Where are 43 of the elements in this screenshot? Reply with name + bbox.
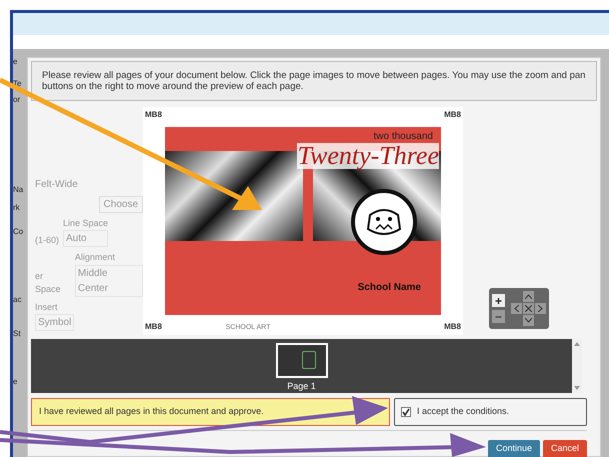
sidebar-label: or	[13, 95, 20, 105]
faded-label: Insert	[35, 300, 59, 314]
scroll-up-icon[interactable]	[574, 342, 580, 346]
sidebar-label: e	[13, 57, 18, 67]
faded-label: Line Space	[63, 216, 108, 230]
crop-mark-label: MB8	[145, 109, 162, 121]
sidebar-label: Na	[13, 185, 24, 195]
thumbnail-art-icon	[302, 351, 316, 370]
sidebar-label: rk	[13, 203, 20, 213]
faded-label: (1-60)	[35, 234, 60, 247]
scroll-down-icon[interactable]	[574, 386, 580, 390]
faded-label: Alignment	[74, 251, 116, 264]
sidebar-label: ac	[13, 295, 22, 305]
faded-label: er Space	[35, 270, 62, 296]
faded-field-value: Felt-Wide	[35, 178, 79, 192]
crop-mark-label: MB8	[145, 321, 162, 333]
crop-mark-label: MB8	[444, 109, 461, 121]
crop-mark-label: MB8	[444, 321, 461, 333]
page-thumbnail[interactable]	[276, 343, 328, 378]
cover-title: Twenty-Three	[297, 143, 439, 169]
accept-checkbox-field[interactable]: I accept the conditions.	[394, 398, 587, 426]
zoom-in-button[interactable]: +	[492, 294, 505, 307]
scrollbar[interactable]	[572, 339, 582, 393]
faded-field-value: Symbol	[35, 314, 74, 331]
continue-button[interactable]: Continue	[488, 440, 540, 457]
approval-text: I have reviewed all pages in this document and approve.	[39, 405, 264, 418]
pan-down-icon[interactable]	[523, 315, 534, 326]
zoom-out-button[interactable]: −	[492, 310, 505, 323]
sidebar-label: St	[13, 329, 21, 339]
school-name-text: School Name	[358, 281, 421, 295]
pan-left-icon[interactable]	[511, 303, 522, 314]
faded-field-value: Middle Center	[74, 264, 143, 296]
faded-field-value: Auto	[63, 230, 108, 247]
reset-icon[interactable]	[523, 303, 534, 314]
sidebar-label: e	[13, 377, 18, 387]
thumbnail-label: Page 1	[287, 380, 316, 393]
pan-up-icon[interactable]	[523, 291, 534, 302]
sidebar-label: Co	[13, 227, 24, 237]
checkbox[interactable]	[401, 407, 411, 417]
cover-subtitle: two thousand	[374, 130, 433, 144]
cancel-button[interactable]: Cancel	[542, 440, 587, 457]
instructions-text: Please review all pages of your document below. Click the page images to move between pages. You may use the zoom and pan buttons on the right to move around the preview of each page.	[31, 61, 597, 101]
pan-right-icon[interactable]	[535, 303, 546, 314]
